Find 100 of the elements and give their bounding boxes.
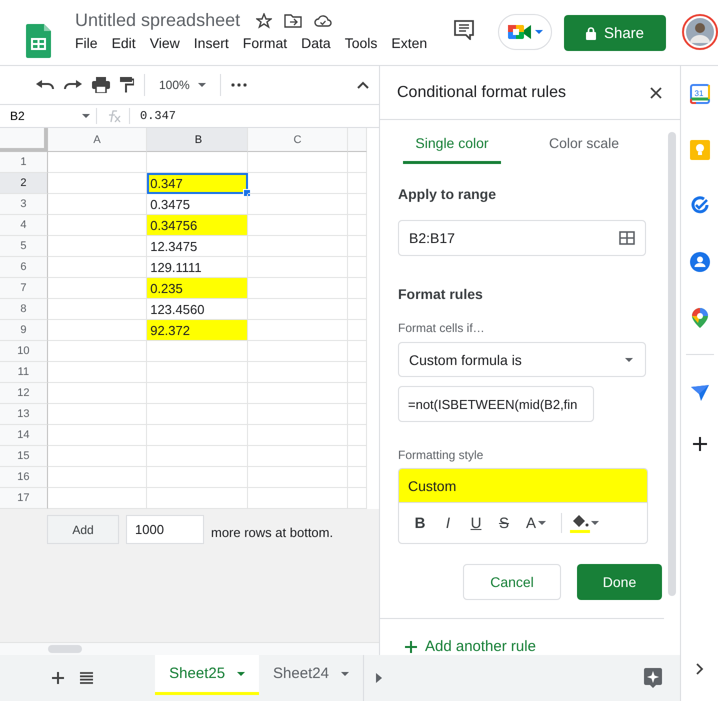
check-circle-icon[interactable] xyxy=(690,196,710,216)
table-cell[interactable] xyxy=(147,383,248,404)
table-cell[interactable] xyxy=(248,194,348,215)
row-number[interactable]: 1 xyxy=(0,152,48,173)
done-button[interactable]: Done xyxy=(577,564,662,600)
name-box[interactable]: B2 xyxy=(0,109,96,123)
column-header[interactable]: B xyxy=(147,128,248,152)
table-cell[interactable] xyxy=(147,446,248,467)
italic-button[interactable]: I xyxy=(435,509,461,537)
table-cell[interactable] xyxy=(48,236,148,257)
menu-item[interactable]: Exten xyxy=(391,35,434,51)
sheet-tab[interactable]: Sheet24 xyxy=(259,655,363,695)
column-header[interactable] xyxy=(348,128,368,152)
table-cell[interactable] xyxy=(48,362,148,383)
menu-icon[interactable] xyxy=(80,672,93,684)
row-number[interactable]: 3 xyxy=(0,194,48,215)
table-cell[interactable] xyxy=(48,299,148,320)
row-number[interactable]: 5 xyxy=(0,236,48,257)
add-rule-button[interactable]: Add another rule xyxy=(398,638,662,655)
folder-icon[interactable] xyxy=(284,14,302,28)
table-cell[interactable] xyxy=(248,152,348,173)
formula-field[interactable]: =not(ISBETWEEN(mid(B2,fin xyxy=(398,386,594,422)
table-cell[interactable] xyxy=(48,446,148,467)
fill-handle[interactable] xyxy=(242,189,251,197)
table-cell[interactable] xyxy=(147,404,248,425)
more-icon[interactable] xyxy=(230,83,247,87)
table-cell[interactable] xyxy=(147,467,248,488)
chevron-right-icon[interactable] xyxy=(696,663,704,675)
table-cell[interactable] xyxy=(248,341,348,362)
rows-count-field[interactable]: 1000 xyxy=(126,515,204,544)
menu-item[interactable]: Edit xyxy=(112,35,142,51)
table-cell[interactable] xyxy=(248,278,348,299)
grid-select-icon[interactable] xyxy=(619,231,635,245)
chevron-up-icon[interactable] xyxy=(357,81,369,89)
table-cell[interactable] xyxy=(248,215,348,236)
document-title[interactable]: Untitled spreadsheet xyxy=(75,10,240,31)
tab[interactable]: Color scale xyxy=(549,124,620,164)
bold-button[interactable]: B xyxy=(407,509,433,537)
paint-roller-icon[interactable] xyxy=(120,77,134,93)
print-icon[interactable] xyxy=(92,77,110,93)
share-button[interactable]: Share xyxy=(564,15,666,51)
menu-item[interactable]: Insert xyxy=(194,35,235,51)
table-cell[interactable] xyxy=(48,383,148,404)
table-cell[interactable] xyxy=(248,383,348,404)
cancel-button[interactable]: Cancel xyxy=(463,564,561,600)
row-number[interactable]: 6 xyxy=(0,257,48,278)
scrollbar-thumb[interactable] xyxy=(48,645,82,653)
range-field[interactable]: B2:B17 xyxy=(398,220,646,256)
plus-icon[interactable] xyxy=(692,437,706,451)
menu-item[interactable]: View xyxy=(150,35,186,51)
menu-item[interactable]: Format xyxy=(242,35,294,51)
table-cell[interactable] xyxy=(248,173,348,194)
zoom-dropdown[interactable]: 100% xyxy=(155,78,210,92)
row-number[interactable]: 2 xyxy=(0,173,48,194)
row-number[interactable]: 16 xyxy=(0,467,48,488)
table-cell[interactable] xyxy=(48,341,148,362)
table-cell[interactable]: 12.3475 xyxy=(147,236,248,257)
row-number[interactable]: 8 xyxy=(0,299,48,320)
close-icon[interactable] xyxy=(650,86,662,98)
paper-plane-icon[interactable] xyxy=(690,385,708,401)
table-cell[interactable] xyxy=(147,341,248,362)
table-cell[interactable]: 0.34756 xyxy=(147,215,248,236)
table-cell[interactable] xyxy=(147,362,248,383)
row-number[interactable]: 7 xyxy=(0,278,48,299)
table-cell[interactable] xyxy=(147,425,248,446)
person-icon[interactable] xyxy=(690,252,710,272)
row-number[interactable]: 4 xyxy=(0,215,48,236)
table-cell[interactable] xyxy=(48,194,148,215)
row-number[interactable]: 14 xyxy=(0,425,48,446)
fill-color-button[interactable] xyxy=(570,513,599,533)
row-number[interactable]: 11 xyxy=(0,362,48,383)
row-number[interactable]: 13 xyxy=(0,404,48,425)
column-header[interactable]: A xyxy=(48,128,148,152)
table-cell[interactable] xyxy=(248,320,348,341)
lightbulb-icon[interactable] xyxy=(690,140,710,160)
table-cell[interactable] xyxy=(248,446,348,467)
cloud-icon[interactable] xyxy=(314,14,332,27)
add-button[interactable]: Add xyxy=(47,515,119,544)
row-number[interactable]: 10 xyxy=(0,341,48,362)
menu-item[interactable]: File xyxy=(75,35,104,51)
condition-dropdown[interactable]: Custom formula is xyxy=(398,342,646,377)
text-color-button[interactable]: A xyxy=(519,509,553,537)
table-cell[interactable] xyxy=(48,425,148,446)
menu-item[interactable]: Tools xyxy=(344,35,384,51)
sheet-tab[interactable]: Sheet25 xyxy=(155,655,260,695)
table-cell[interactable] xyxy=(248,404,348,425)
table-cell[interactable] xyxy=(248,362,348,383)
comment-icon[interactable] xyxy=(454,20,474,40)
table-cell[interactable] xyxy=(48,152,148,173)
table-cell[interactable] xyxy=(48,467,148,488)
play-icon[interactable] xyxy=(376,673,382,683)
plus-icon[interactable] xyxy=(52,672,64,684)
table-cell[interactable]: 0.347 xyxy=(147,173,248,194)
table-cell[interactable] xyxy=(48,257,148,278)
video-call-button[interactable] xyxy=(498,14,552,50)
table-cell[interactable]: 92.372 xyxy=(147,320,248,341)
undo-icon[interactable] xyxy=(36,80,54,90)
scrollbar-thumb[interactable] xyxy=(668,132,676,596)
column-header[interactable]: C xyxy=(248,128,348,152)
row-number[interactable]: 15 xyxy=(0,446,48,467)
